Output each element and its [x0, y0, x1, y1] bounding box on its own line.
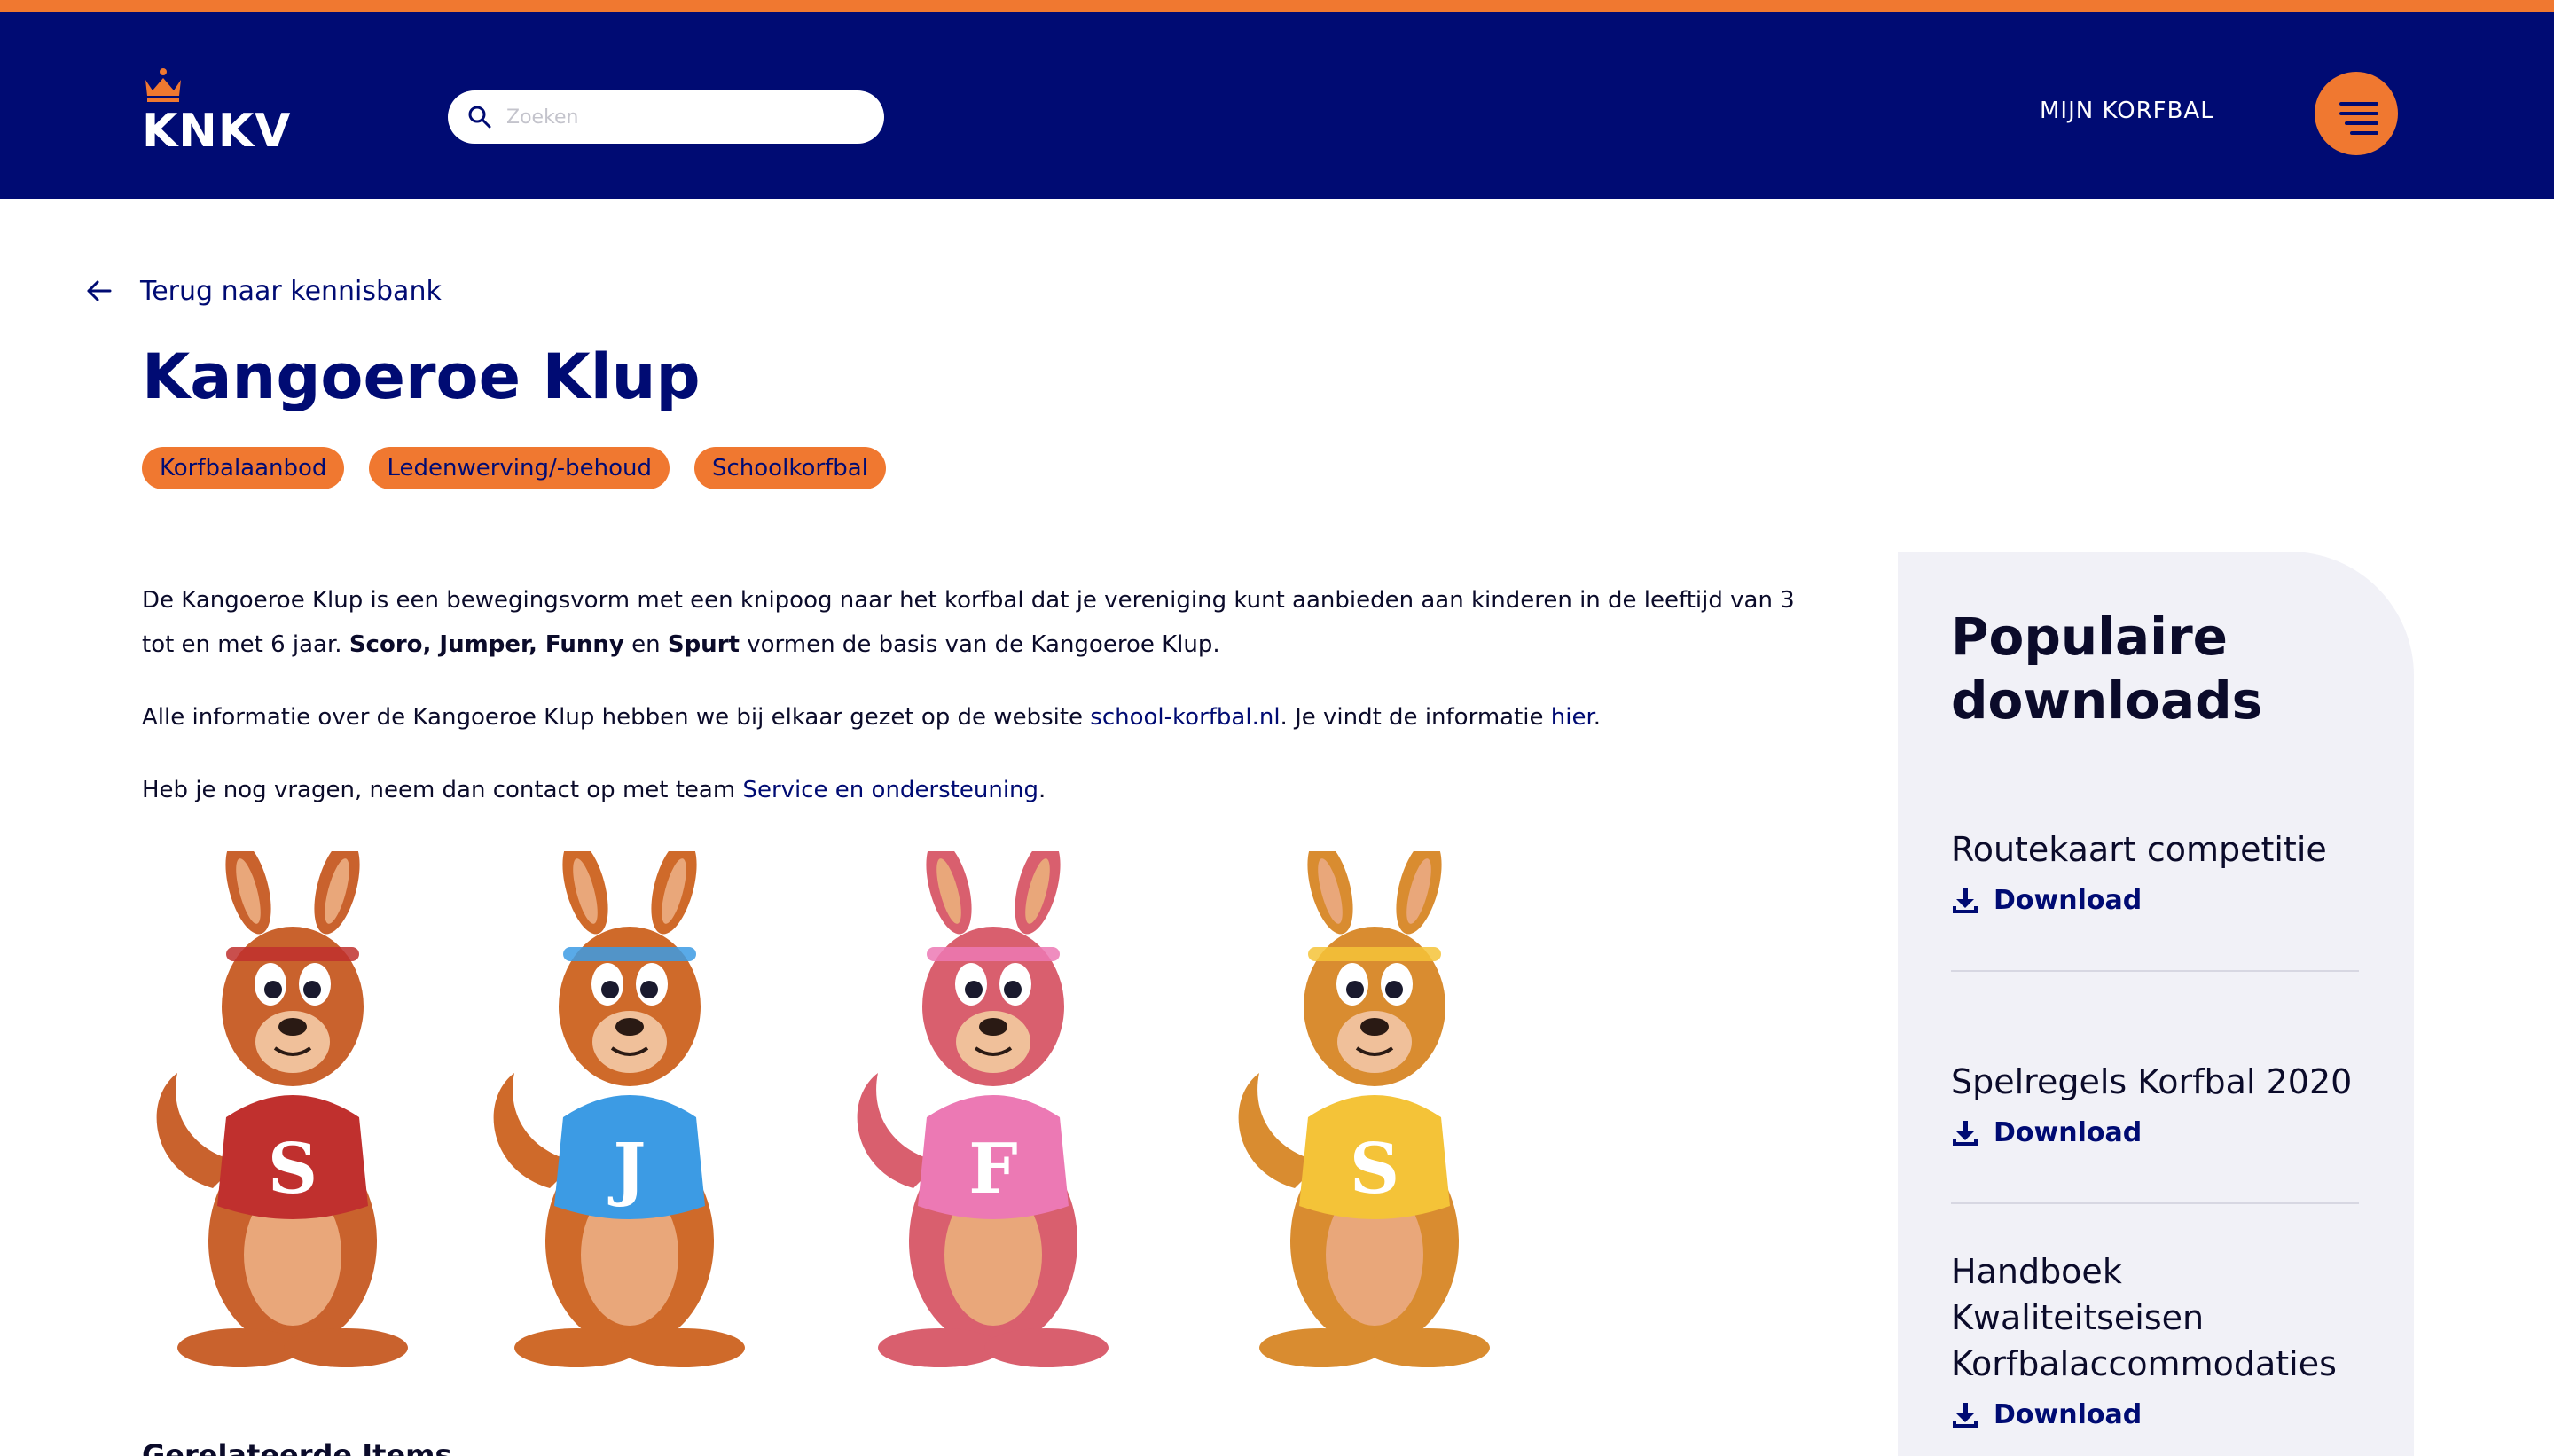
- info-paragraph: Alle informatie over de Kangoeroe Klup h…: [142, 704, 1602, 731]
- mascot-name-spurt: Spurt: [667, 631, 740, 658]
- search-icon: [468, 106, 491, 129]
- download-title: Handboek Kwaliteitseisen Korfbalaccommod…: [1951, 1252, 2337, 1383]
- back-link-label: Terug naar kennisbank: [140, 275, 442, 307]
- search-input[interactable]: [506, 98, 861, 137]
- logo-text: KNKV: [142, 105, 292, 158]
- download-link[interactable]: Download: [1951, 1117, 2359, 1148]
- related-items-heading: Gerelateerde Items: [142, 1438, 452, 1456]
- kangaroo-mascot-spurt: S: [1238, 851, 1490, 1367]
- tag-ledenwerving[interactable]: Ledenwerving/-behoud: [369, 447, 670, 489]
- site-header: KNKV MIJN KORFBAL: [0, 12, 2554, 199]
- contact-paragraph: Heb je nog vragen, neem dan contact op m…: [142, 777, 1046, 803]
- divider: [1951, 1202, 2359, 1204]
- tag-list: Korfbalaanbod Ledenwerving/-behoud Schoo…: [142, 447, 886, 489]
- tag-korfbalaanbod[interactable]: Korfbalaanbod: [142, 447, 345, 489]
- tag-schoolkorfbal[interactable]: Schoolkorfbal: [694, 447, 886, 489]
- svg-text:S: S: [268, 1129, 317, 1209]
- hier-link[interactable]: hier: [1551, 704, 1594, 731]
- article-body: De Kangoeroe Klup is een bewegingsvorm m…: [142, 578, 1827, 841]
- download-title: Spelregels Korfbal 2020: [1951, 1062, 2353, 1101]
- kangaroo-mascot-scoro: S: [156, 851, 408, 1367]
- download-item: Routekaart competitie Download: [1951, 826, 2359, 916]
- download-icon: [1953, 1120, 1978, 1146]
- kangaroo-mascot-jumper: J: [493, 851, 745, 1367]
- download-link[interactable]: Download: [1951, 1399, 2359, 1430]
- svg-text:F: F: [968, 1129, 1017, 1209]
- arrow-left-icon: [87, 280, 112, 301]
- kangaroo-mascot-funny: F: [857, 851, 1109, 1367]
- intro-paragraph: De Kangoeroe Klup is een bewegingsvorm m…: [142, 587, 1795, 658]
- sidebar-title: Populaire downloads: [1951, 607, 2263, 731]
- download-icon: [1953, 1402, 1978, 1428]
- service-link[interactable]: Service en ondersteuning: [742, 777, 1038, 803]
- mijn-korfbal-link[interactable]: MIJN KORFBAL: [2040, 98, 2214, 124]
- menu-button[interactable]: [2315, 72, 2398, 155]
- knkv-logo[interactable]: KNKV: [142, 67, 290, 160]
- crown-icon: [145, 68, 181, 102]
- school-korfbal-link[interactable]: school-korfbal.nl: [1090, 704, 1280, 731]
- svg-text:S: S: [1350, 1129, 1399, 1209]
- download-title: Routekaart competitie: [1951, 830, 2327, 869]
- search-box[interactable]: [448, 90, 884, 144]
- page-title: Kangoeroe Klup: [142, 341, 701, 413]
- back-link[interactable]: Terug naar kennisbank: [85, 271, 442, 310]
- popular-downloads-panel: Populaire downloads Routekaart competiti…: [1898, 552, 2414, 1456]
- kangaroo-mascots-image: S J F S: [142, 851, 1596, 1383]
- mascot-names: Scoro, Jumper, Funny: [349, 631, 624, 658]
- svg-text:J: J: [608, 1129, 646, 1209]
- download-item: Handboek Kwaliteitseisen Korfbalaccommod…: [1951, 1249, 2359, 1430]
- download-link[interactable]: Download: [1951, 885, 2359, 916]
- download-icon: [1953, 888, 1978, 913]
- top-accent-bar: [0, 0, 2554, 12]
- download-item: Spelregels Korfbal 2020 Download: [1951, 1059, 2359, 1148]
- divider: [1951, 970, 2359, 972]
